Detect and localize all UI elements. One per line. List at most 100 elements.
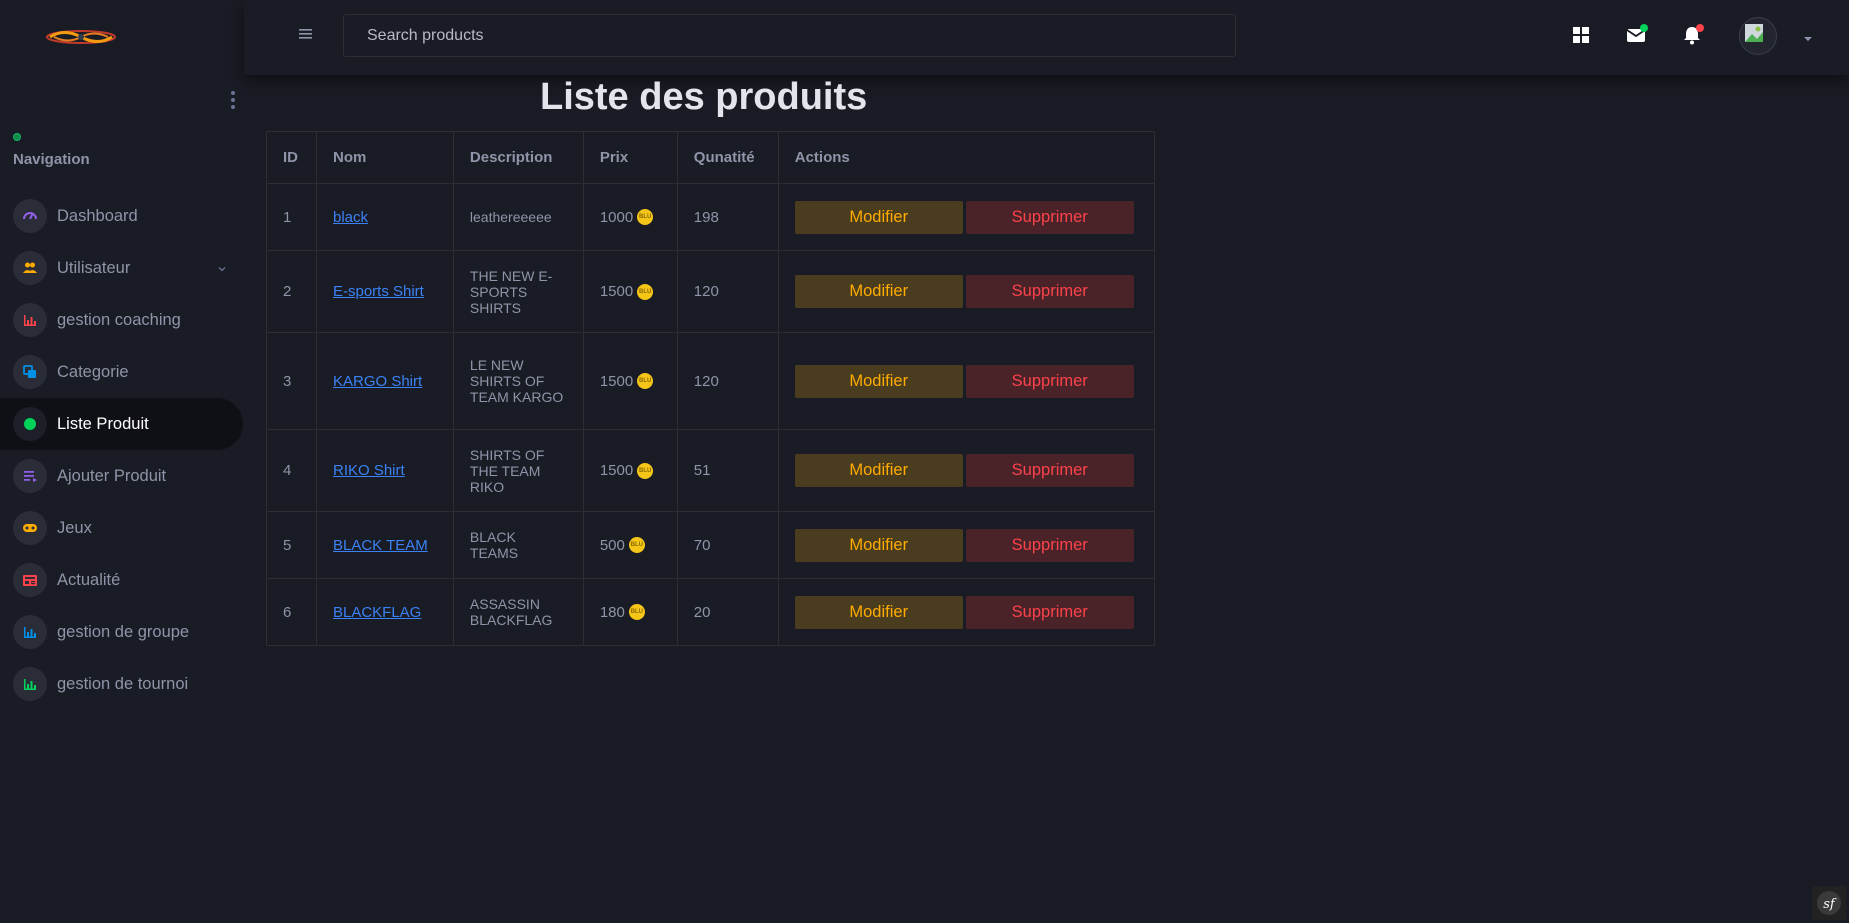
price-value: 180 <box>599 603 625 621</box>
cell-quantity: 120 <box>676 332 779 430</box>
sidebar-options-icon[interactable] <box>224 88 242 112</box>
sidebar-item-label: Liste Produit <box>57 414 149 433</box>
cell-description: leatherеeeee <box>452 183 584 251</box>
edit-button[interactable]: Modifier <box>794 595 963 629</box>
notification-badge <box>1696 24 1704 32</box>
cell-name: BLACK TEAM <box>315 511 454 579</box>
sidebar-item-ajouter-produit[interactable]: Ajouter Produit <box>0 450 244 502</box>
bar-chart-icon <box>13 667 47 701</box>
table-row: 6 BLACKFLAG ASSASSIN BLACKFLAG 180 BLU 20 Modi… <box>266 578 1156 646</box>
sidebar-item-dashboard[interactable]: Dashboard <box>0 190 244 242</box>
sidebar-item-liste-produit[interactable]: Liste Produit <box>0 398 243 450</box>
product-name-link[interactable]: BLACK TEAM <box>333 537 428 554</box>
column-header: ID <box>266 131 317 184</box>
coin-icon: BLU <box>637 462 654 479</box>
sidebar-item-jeux[interactable]: Jeux <box>0 502 244 554</box>
delete-button[interactable]: Supprimer <box>965 595 1134 629</box>
edit-button[interactable]: Modifier <box>794 454 963 487</box>
table-row: 4 RIKO Shirt SHIRTS OF THE TEAM RIKO 1500 BL… <box>266 429 1156 512</box>
delete-button[interactable]: Supprimer <box>965 200 1134 234</box>
product-name-link[interactable]: RIKO Shirt <box>333 462 405 479</box>
playlist-icon <box>13 459 47 493</box>
table-row: 5 BLACK TEAM BLACK TEAMS 500 BLU 70 Modifier Su… <box>266 511 1156 579</box>
cell-price: 1000 BLU <box>582 183 678 251</box>
cell-quantity: 70 <box>676 511 779 579</box>
cell-actions: Modifier Supprimer <box>777 429 1156 512</box>
copy-icon <box>13 355 47 389</box>
delete-button[interactable]: Supprimer <box>965 364 1134 398</box>
product-name-link[interactable]: KARGO Shirt <box>333 373 422 390</box>
products-table: ID Nom Description Prix Qunatité Actions 1 bla… <box>266 131 1156 646</box>
cell-actions: Modifier Supprimer <box>777 250 1156 333</box>
product-name-link[interactable]: black <box>333 209 368 226</box>
top-navbar <box>244 0 1849 75</box>
sidebar-item-gestion-de-tournoi[interactable]: gestion de tournoi <box>0 658 244 710</box>
coin-icon: BLU <box>637 373 654 389</box>
cell-name: KARGO Shirt <box>315 332 454 430</box>
sidebar-item-label: gestion de tournoi <box>57 674 189 693</box>
sidebar-item-categorie[interactable]: Categorie <box>0 346 244 398</box>
brand-logo[interactable] <box>44 26 118 48</box>
search-input[interactable] <box>343 14 1236 57</box>
nav-title: Navigation <box>13 151 90 168</box>
delete-button[interactable]: Supprimer <box>965 454 1134 487</box>
sidebar-item-gestion-coaching[interactable]: gestion coaching <box>0 294 244 346</box>
gamepad-icon <box>13 511 47 545</box>
mail-icon[interactable] <box>1625 24 1648 46</box>
table-row: 3 KARGO Shirt LE NEW SHIRTS OF TEAM KARGO 1… <box>266 332 1156 430</box>
apps-grid-icon[interactable] <box>1570 24 1592 46</box>
sidebar-item-label: Utilisateur <box>57 258 131 277</box>
table-header-row: ID Nom Description Prix Qunatité Actions <box>266 131 1156 184</box>
sidebar-item-actualité[interactable]: Actualité <box>0 554 244 606</box>
cell-price: 1500 BLU <box>582 332 678 430</box>
cell-price: 500 BLU <box>582 511 678 579</box>
mail-badge <box>1640 24 1648 32</box>
edit-button[interactable]: Modifier <box>794 275 963 308</box>
product-name-link[interactable]: E-sports Shirt <box>333 283 424 300</box>
symfony-toolbar-icon[interactable]: sf <box>1812 886 1846 920</box>
user-avatar[interactable] <box>1739 17 1777 55</box>
cell-id: 5 <box>266 511 317 579</box>
bell-icon[interactable] <box>1681 24 1704 46</box>
coin-icon: BLU <box>628 537 645 553</box>
nav-list: Dashboard Utilisateur gestion coaching Cate… <box>0 190 244 710</box>
coin-icon: BLU <box>628 604 645 620</box>
cell-actions: Modifier Supprimer <box>777 332 1156 430</box>
sidebar-item-gestion-de-groupe[interactable]: gestion de groupe <box>0 606 244 658</box>
chevron-down-icon[interactable] <box>1802 30 1814 41</box>
cell-quantity: 20 <box>676 578 779 646</box>
price-value: 500 <box>599 536 625 554</box>
chevron-down-icon[interactable] <box>216 261 228 273</box>
cell-id: 1 <box>266 183 317 251</box>
edit-button[interactable]: Modifier <box>794 364 963 398</box>
cell-name: BLACKFLAG <box>315 578 454 646</box>
cell-name: E-sports Shirt <box>315 250 454 333</box>
price-value: 1000 <box>599 208 634 226</box>
column-header: Description <box>452 131 584 184</box>
delete-button[interactable]: Supprimer <box>965 528 1134 562</box>
speedometer-icon <box>13 199 47 233</box>
product-name-link[interactable]: BLACKFLAG <box>333 604 421 621</box>
coin-icon: BLU <box>637 209 654 225</box>
page-title: Liste des produits <box>540 76 868 118</box>
edit-button[interactable]: Modifier <box>794 200 963 234</box>
cell-price: 1500 BLU <box>582 429 678 512</box>
column-header: Actions <box>777 131 1156 184</box>
coin-icon: BLU <box>637 283 654 300</box>
menu-toggle-icon[interactable] <box>298 26 314 42</box>
cell-name: black <box>315 183 454 251</box>
sidebar-item-label: Jeux <box>57 518 92 537</box>
column-header: Qunatité <box>676 131 779 184</box>
sidebar-item-utilisateur[interactable]: Utilisateur <box>0 242 244 294</box>
table-row: 1 black leatherеeeee 1000 BLU 198 Modifier Supp… <box>266 183 1156 251</box>
table-row: 2 E-sports Shirt THE NEW E-SPORTS SHIRTS 15… <box>266 250 1156 333</box>
edit-button[interactable]: Modifier <box>794 528 963 562</box>
sidebar-item-label: Dashboard <box>57 206 138 225</box>
cell-description: THE NEW E-SPORTS SHIRTS <box>452 250 584 333</box>
sidebar: Navigation Dashboard Utilisateur gestion c… <box>0 0 244 923</box>
cell-actions: Modifier Supprimer <box>777 511 1156 579</box>
delete-button[interactable]: Supprimer <box>965 275 1134 308</box>
cell-id: 4 <box>266 429 317 512</box>
cell-quantity: 120 <box>676 250 779 333</box>
cell-description: BLACK TEAMS <box>452 511 584 579</box>
